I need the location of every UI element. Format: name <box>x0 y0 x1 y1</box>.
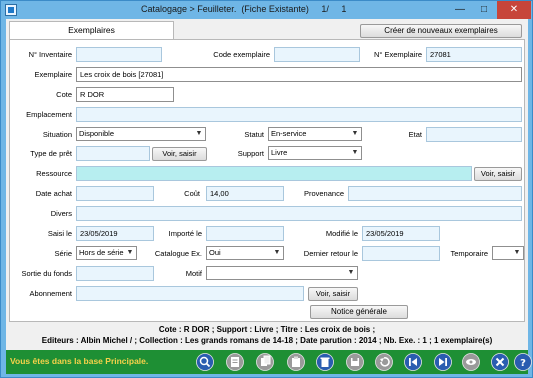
exemplaire-label: Exemplaire <box>34 70 72 79</box>
type-pret-field[interactable] <box>76 146 150 161</box>
record-summary: Cote : R DOR ; Support : Livre ; Titre :… <box>6 324 528 349</box>
serie-label: Série <box>54 249 72 258</box>
code-exemplaire-field[interactable] <box>274 47 360 62</box>
search-icon[interactable] <box>196 353 214 371</box>
catalogue-ex-select[interactable]: Oui ▼ <box>206 246 284 260</box>
notice-generale-button[interactable]: Notice générale <box>310 305 408 319</box>
window-title: Catalogage > Feuilleter. (Fiche Existant… <box>141 4 347 14</box>
svg-text:?: ? <box>520 358 526 369</box>
chevron-down-icon: ▼ <box>273 249 281 256</box>
modifie-le-label: Modifié le <box>325 229 358 238</box>
statut-select[interactable]: En-service ▼ <box>268 127 362 141</box>
ressource-label: Ressource <box>36 169 72 178</box>
support-value: Livre <box>271 148 288 157</box>
app-icon <box>5 4 17 16</box>
chevron-down-icon: ▼ <box>351 130 359 137</box>
cote-field[interactable]: R DOR <box>76 87 174 102</box>
abonnement-field[interactable] <box>76 286 304 301</box>
cout-label: Coût <box>184 189 200 198</box>
chevron-down-icon: ▼ <box>513 249 521 256</box>
statut-value: En-service <box>271 129 307 138</box>
date-achat-field[interactable] <box>76 186 154 201</box>
exemplaire-field[interactable]: Les croix de bois [27081] <box>76 67 522 82</box>
summary-line-1: Cote : R DOR ; Support : Livre ; Titre :… <box>158 325 376 334</box>
type-pret-label: Type de prêt <box>30 149 72 158</box>
divers-field[interactable] <box>76 206 522 221</box>
type-pret-voir-button[interactable]: Voir, saisir <box>152 147 207 161</box>
dernier-retour-label: Dernier retour le <box>303 249 358 258</box>
first-record-icon[interactable] <box>404 353 422 371</box>
status-bar: Vous êtes dans la base Principale. ? <box>6 350 532 374</box>
status-text: Vous êtes dans la base Principale. <box>10 356 149 366</box>
etat-field[interactable] <box>426 127 522 142</box>
chevron-down-icon: ▼ <box>195 130 203 137</box>
num-exemplaire-label: N° Exemplaire <box>373 50 422 59</box>
importe-le-field[interactable] <box>206 226 284 241</box>
view-icon[interactable] <box>462 353 480 371</box>
maximize-button[interactable]: □ <box>473 1 495 19</box>
tab-bar: Exemplaires Créer de nouveaux exemplaire… <box>6 19 528 39</box>
delete-icon[interactable] <box>316 353 334 371</box>
chevron-down-icon: ▼ <box>347 269 355 276</box>
help-icon[interactable]: ? <box>514 353 532 371</box>
support-select[interactable]: Livre ▼ <box>268 146 362 160</box>
saisi-le-field[interactable]: 23/05/2019 <box>76 226 154 241</box>
motif-select[interactable]: ▼ <box>206 266 358 280</box>
inventaire-label: N° Inventaire <box>28 50 72 59</box>
date-achat-label: Date achat <box>35 189 72 198</box>
copy-icon[interactable] <box>256 353 274 371</box>
cote-label: Cote <box>56 90 72 99</box>
saisi-le-label: Saisi le <box>47 229 72 238</box>
tab-exemplaires[interactable]: Exemplaires <box>9 21 174 39</box>
code-exemplaire-label: Code exemplaire <box>213 50 270 59</box>
etat-label: Etat <box>408 130 422 139</box>
dernier-retour-field[interactable] <box>362 246 440 261</box>
close-window-button[interactable]: ✕ <box>497 1 531 19</box>
provenance-field[interactable] <box>348 186 522 201</box>
serie-select[interactable]: Hors de série ▼ <box>76 246 137 260</box>
temporaire-select[interactable]: ▼ <box>492 246 524 260</box>
importe-le-label: Importé le <box>168 229 202 238</box>
emplacement-label: Emplacement <box>26 110 72 119</box>
catalogue-ex-value: Oui <box>209 248 221 257</box>
save-icon[interactable] <box>346 353 364 371</box>
chevron-down-icon: ▼ <box>126 249 134 256</box>
sortie-fonds-field[interactable] <box>76 266 154 281</box>
cout-field[interactable]: 14,00 <box>206 186 284 201</box>
emplacement-field[interactable] <box>76 107 522 122</box>
situation-select[interactable]: Disponible ▼ <box>76 127 206 141</box>
temporaire-label: Temporaire <box>450 249 488 258</box>
ressource-voir-button[interactable]: Voir, saisir <box>474 167 522 181</box>
minimize-button[interactable]: — <box>449 1 471 19</box>
paste-icon[interactable] <box>287 353 305 371</box>
last-record-icon[interactable] <box>434 353 452 371</box>
modifie-le-field[interactable]: 23/05/2019 <box>362 226 440 241</box>
serie-value: Hors de série <box>79 248 124 257</box>
support-label: Support <box>237 149 264 158</box>
inventaire-field[interactable] <box>76 47 162 62</box>
situation-label: Situation <box>42 130 72 139</box>
catalogue-ex-label: Catalogue Ex. <box>154 249 202 258</box>
close-icon[interactable] <box>491 353 509 371</box>
num-exemplaire-field[interactable]: 27081 <box>426 47 522 62</box>
motif-label: Motif <box>185 269 202 278</box>
chevron-down-icon: ▼ <box>351 149 359 156</box>
divers-label: Divers <box>50 209 72 218</box>
statut-label: Statut <box>244 130 264 139</box>
provenance-label: Provenance <box>303 189 344 198</box>
sortie-fonds-label: Sortie du fonds <box>21 269 72 278</box>
exemplaire-form: N° Inventaire Code exemplaire N° Exempla… <box>9 39 525 322</box>
create-copies-button[interactable]: Créer de nouveaux exemplaires <box>360 24 522 38</box>
summary-line-2: Editeurs : Albin Michel / ; Collection :… <box>41 336 493 345</box>
situation-value: Disponible <box>79 129 115 138</box>
abonnement-voir-button[interactable]: Voir, saisir <box>308 287 358 301</box>
title-bar[interactable]: Catalogage > Feuilleter. (Fiche Existant… <box>1 1 532 19</box>
client-area: Exemplaires Créer de nouveaux exemplaire… <box>6 19 532 374</box>
edit-icon[interactable] <box>226 353 244 371</box>
app-window: Catalogage > Feuilleter. (Fiche Existant… <box>0 0 533 378</box>
ressource-field[interactable] <box>76 166 472 181</box>
undo-icon[interactable] <box>375 353 393 371</box>
abonnement-label: Abonnement <box>29 289 72 298</box>
